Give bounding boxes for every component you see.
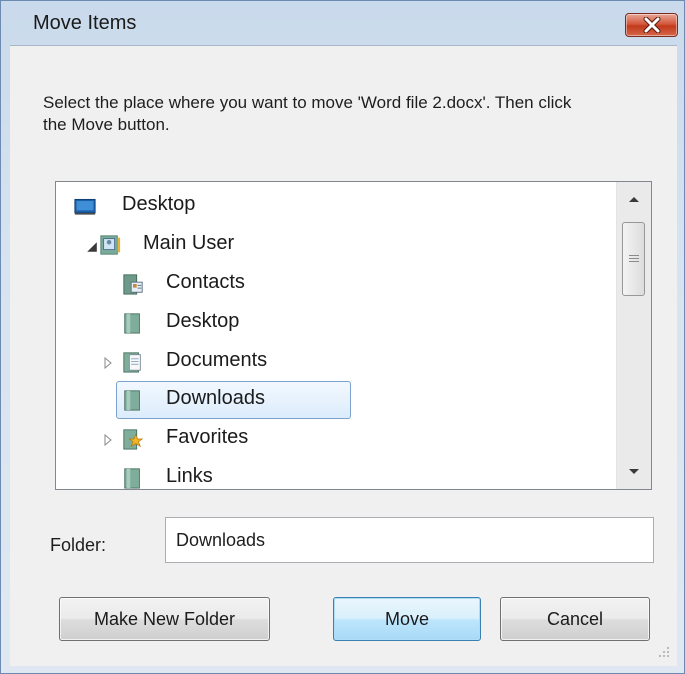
folder-input[interactable] — [165, 517, 654, 563]
grip-lines-icon — [629, 255, 639, 264]
scroll-down-icon[interactable] — [617, 461, 651, 483]
favorites-folder-icon — [123, 429, 144, 450]
collapsed-arrow-icon[interactable] — [102, 357, 114, 369]
tree-item-downloads[interactable]: Downloads — [56, 383, 616, 417]
folder-icon — [124, 468, 140, 489]
documents-folder-icon — [123, 352, 141, 373]
folder-label: Folder: — [50, 535, 107, 555]
tree-item-contacts[interactable]: Contacts — [56, 267, 616, 301]
tree-item-label: Links — [166, 465, 213, 487]
tree-item-label: Favorites — [166, 426, 249, 448]
collapsed-arrow-icon[interactable] — [102, 434, 114, 446]
tree-item-label: Downloads — [166, 387, 265, 409]
folder-icon — [124, 313, 140, 334]
cancel-button[interactable]: Cancel — [500, 597, 650, 641]
tree-item-desktop-root[interactable]: Desktop — [56, 189, 616, 223]
vertical-scrollbar[interactable] — [616, 182, 651, 489]
tree-item-links[interactable]: Links — [56, 461, 616, 489]
tree-item-label: Desktop — [166, 310, 240, 332]
tree-item-label: Contacts — [166, 271, 245, 293]
window-title: Move Items — [33, 12, 137, 34]
folder-icon — [124, 390, 140, 411]
close-icon — [643, 17, 661, 33]
tree-item-label: Main User — [143, 232, 235, 254]
scroll-up-icon[interactable] — [617, 188, 651, 210]
folder-tree[interactable]: Desktop Main User Contacts Desktop Docum… — [55, 181, 652, 490]
title-bar[interactable]: Move Items — [1, 1, 684, 45]
tree-item-main-user[interactable]: Main User — [56, 228, 616, 262]
tree-item-desktop[interactable]: Desktop — [56, 306, 616, 340]
tree-item-label: Desktop — [122, 193, 196, 215]
desktop-icon — [74, 198, 96, 215]
expanded-arrow-icon[interactable] — [86, 241, 98, 253]
scrollbar-thumb[interactable] — [622, 222, 645, 296]
instructions-text: Select the place where you want to move … — [43, 93, 572, 134]
make-new-folder-button[interactable]: Make New Folder — [59, 597, 270, 641]
tree-item-label: Documents — [166, 349, 268, 371]
tree-item-documents[interactable]: Documents — [56, 345, 616, 379]
user-folder-icon — [100, 235, 121, 255]
contacts-folder-icon — [123, 274, 143, 295]
move-button[interactable]: Move — [333, 597, 481, 641]
tree-item-favorites[interactable]: Favorites — [56, 422, 616, 456]
close-button[interactable] — [625, 13, 678, 37]
resize-grip-icon[interactable] — [657, 645, 671, 659]
